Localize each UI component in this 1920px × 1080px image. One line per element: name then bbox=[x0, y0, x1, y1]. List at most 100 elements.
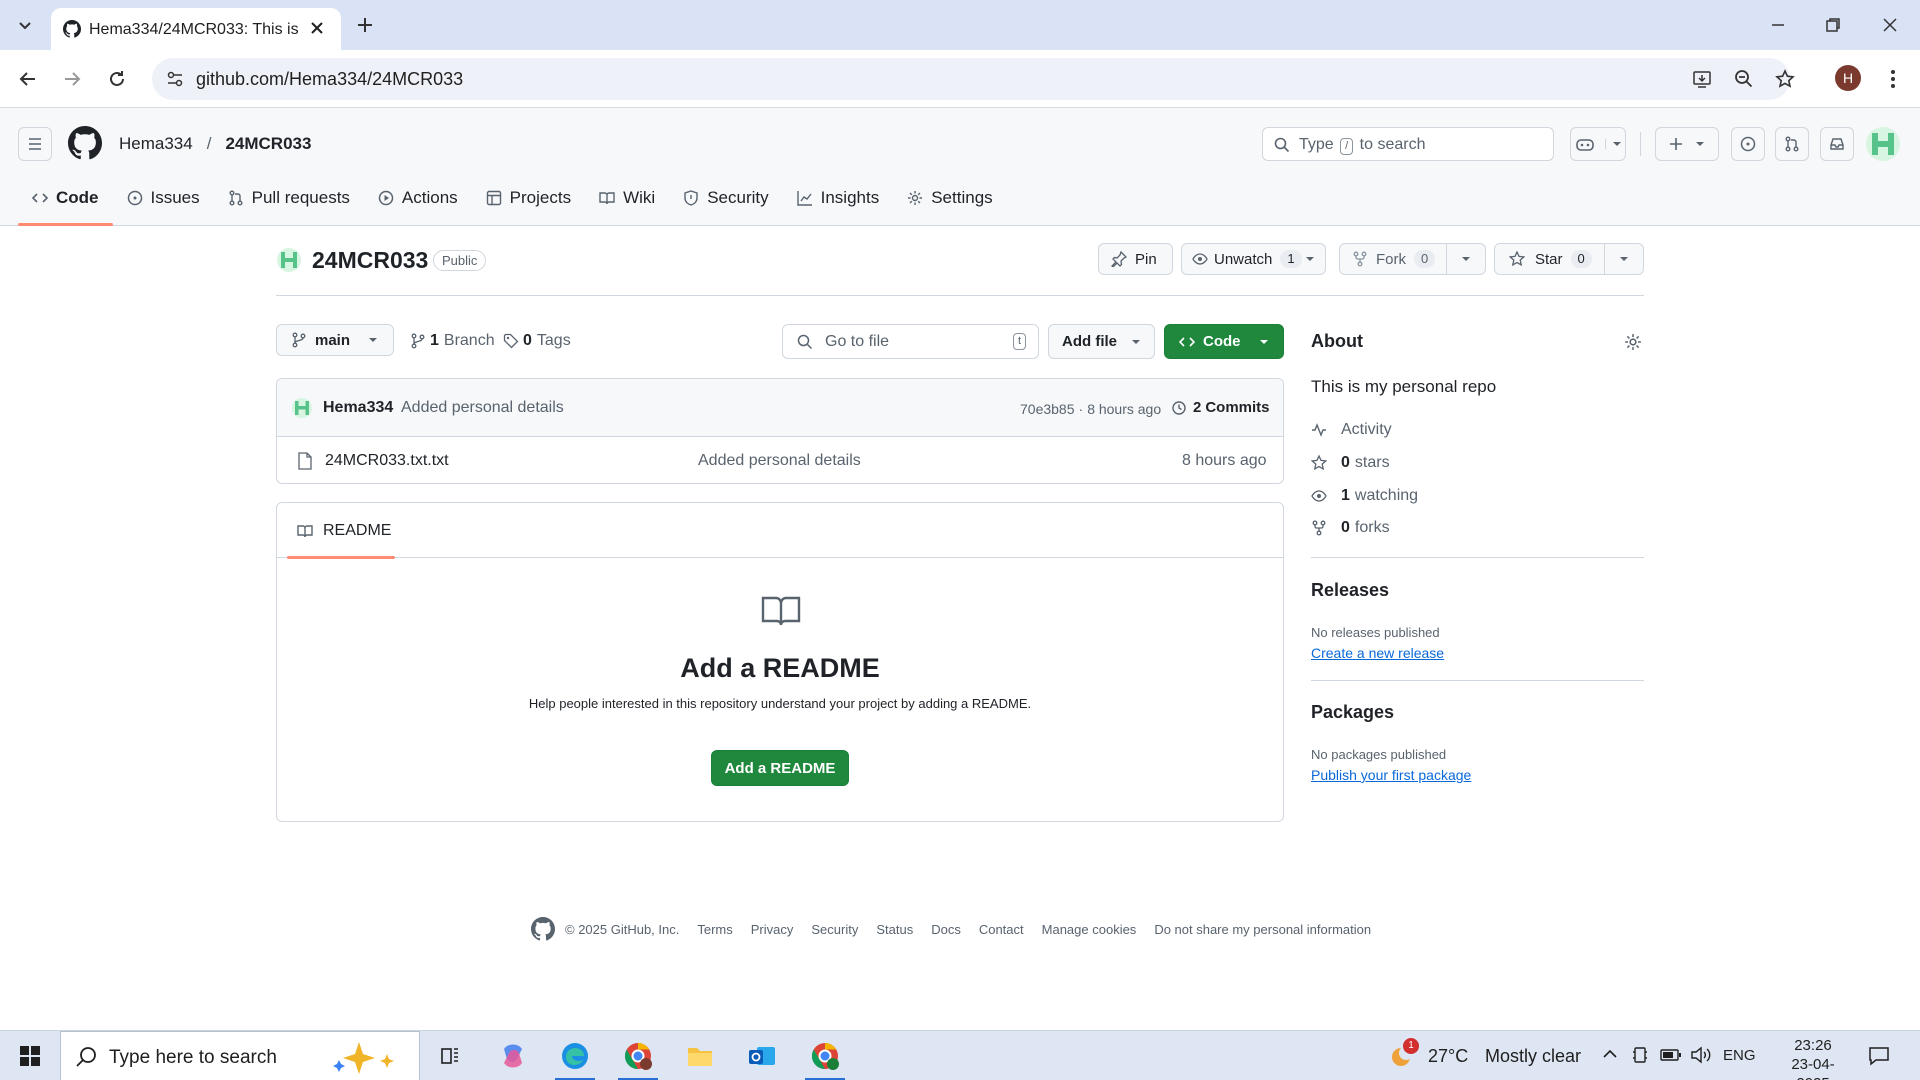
star-dropdown-icon[interactable] bbox=[1603, 244, 1643, 274]
battery-icon[interactable] bbox=[1660, 1048, 1682, 1062]
add-file-button[interactable]: Add file bbox=[1048, 324, 1155, 359]
breadcrumb-owner[interactable]: Hema334 bbox=[119, 134, 193, 154]
back-icon[interactable] bbox=[14, 65, 42, 93]
fork-dropdown-icon[interactable] bbox=[1445, 244, 1485, 274]
global-search-input[interactable]: Type / to search bbox=[1262, 127, 1554, 161]
packages-heading[interactable]: Packages bbox=[1311, 702, 1394, 723]
footer-link-status[interactable]: Status bbox=[876, 922, 913, 937]
repo-title[interactable]: 24MCR033 bbox=[312, 247, 428, 274]
watch-dropdown-icon[interactable] bbox=[1294, 244, 1325, 274]
file-explorer-icon[interactable] bbox=[674, 1031, 726, 1080]
tab-settings[interactable]: Settings bbox=[893, 178, 1006, 218]
eye-icon bbox=[1311, 488, 1327, 504]
tab-insights[interactable]: Insights bbox=[783, 178, 894, 218]
address-bar[interactable]: github.com/Hema334/24MCR033 bbox=[152, 58, 1790, 100]
edge-app-icon[interactable] bbox=[549, 1031, 601, 1080]
footer-link-contact[interactable]: Contact bbox=[979, 922, 1024, 937]
language-indicator[interactable]: ENG bbox=[1723, 1047, 1756, 1064]
tray-device-icon[interactable] bbox=[1632, 1046, 1648, 1064]
tab-wiki[interactable]: Wiki bbox=[585, 178, 669, 218]
stars-link[interactable]: 0 stars bbox=[1311, 454, 1390, 472]
taskbar-search-input[interactable]: Type here to search bbox=[60, 1031, 420, 1080]
browser-tab[interactable]: Hema334/24MCR033: This is my personal re… bbox=[51, 8, 341, 50]
weather-widget[interactable]: 1 27°C Mostly clear bbox=[1385, 1038, 1581, 1071]
new-tab-icon[interactable] bbox=[351, 11, 379, 39]
tray-chevron-icon[interactable] bbox=[1602, 1048, 1618, 1060]
code-button[interactable]: Code bbox=[1164, 324, 1284, 359]
issues-button[interactable] bbox=[1731, 127, 1765, 161]
clock[interactable]: 23:26 23-04-2025 bbox=[1775, 1036, 1851, 1080]
releases-heading[interactable]: Releases bbox=[1311, 580, 1389, 601]
star-button[interactable]: Star 0 bbox=[1494, 243, 1644, 275]
bookmark-star-icon[interactable] bbox=[1771, 65, 1799, 93]
tab-actions[interactable]: Actions bbox=[364, 178, 472, 218]
commit-hash[interactable]: 70e3b85 bbox=[1020, 401, 1075, 417]
forks-link[interactable]: 0 forks bbox=[1311, 519, 1390, 537]
tab-pull-requests[interactable]: Pull requests bbox=[214, 178, 364, 218]
copilot-app-icon[interactable] bbox=[487, 1031, 539, 1080]
restore-icon[interactable] bbox=[1819, 11, 1847, 39]
file-name[interactable]: 24MCR033.txt.txt bbox=[325, 452, 449, 470]
footer-link-terms[interactable]: Terms bbox=[697, 922, 732, 937]
branches-link[interactable]: 1 Branch bbox=[410, 332, 495, 350]
menu-button[interactable] bbox=[18, 127, 52, 161]
pin-button[interactable]: Pin bbox=[1098, 243, 1173, 275]
readme-tab[interactable]: README bbox=[287, 503, 401, 558]
breadcrumb-repo[interactable]: 24MCR033 bbox=[225, 134, 311, 154]
branch-selector[interactable]: main bbox=[276, 324, 394, 356]
activity-link[interactable]: Activity bbox=[1311, 421, 1392, 439]
site-info-icon[interactable] bbox=[166, 70, 184, 88]
copilot-button[interactable] bbox=[1570, 127, 1626, 161]
unwatch-button[interactable]: Unwatch 1 bbox=[1181, 243, 1326, 275]
close-window-icon[interactable] bbox=[1876, 11, 1904, 39]
footer-link-security[interactable]: Security bbox=[811, 922, 858, 937]
create-new-button[interactable] bbox=[1655, 127, 1719, 161]
tab-projects[interactable]: Projects bbox=[472, 178, 585, 218]
chrome-app-icon[interactable] bbox=[799, 1031, 851, 1080]
forward-icon[interactable] bbox=[58, 65, 86, 93]
zoom-icon[interactable] bbox=[1734, 69, 1754, 89]
profile-avatar[interactable]: H bbox=[1835, 65, 1861, 91]
commit-author[interactable]: Hema334 bbox=[323, 399, 393, 417]
github-footer-logo-icon[interactable] bbox=[531, 917, 555, 941]
book-icon bbox=[599, 190, 615, 206]
install-app-icon[interactable] bbox=[1692, 69, 1712, 89]
publish-package-link[interactable]: Publish your first package bbox=[1311, 767, 1471, 783]
inbox-button[interactable] bbox=[1820, 127, 1854, 161]
add-readme-button[interactable]: Add a README bbox=[711, 750, 849, 786]
task-view-icon[interactable] bbox=[424, 1031, 476, 1080]
tab-code[interactable]: Code bbox=[18, 178, 113, 226]
tab-issues[interactable]: Issues bbox=[113, 178, 214, 218]
more-menu-icon[interactable] bbox=[1879, 65, 1907, 93]
tab-security[interactable]: Security bbox=[669, 178, 782, 218]
notifications-icon[interactable] bbox=[1867, 1044, 1891, 1068]
create-release-link[interactable]: Create a new release bbox=[1311, 645, 1444, 661]
footer-link-do-not-share[interactable]: Do not share my personal information bbox=[1154, 922, 1371, 937]
about-settings-gear-icon[interactable] bbox=[1624, 333, 1642, 351]
readme-heading: Add a README bbox=[680, 653, 880, 683]
tags-link[interactable]: 0 Tags bbox=[503, 332, 571, 350]
tab-close-icon[interactable] bbox=[309, 20, 325, 36]
footer-link-privacy[interactable]: Privacy bbox=[751, 922, 794, 937]
minimize-icon[interactable] bbox=[1764, 11, 1792, 39]
table-row[interactable]: 24MCR033.txt.txt Added personal details … bbox=[277, 437, 1283, 483]
commits-link[interactable]: 2 Commits bbox=[1171, 399, 1270, 416]
volume-icon[interactable] bbox=[1690, 1046, 1712, 1064]
tab-search-icon[interactable] bbox=[11, 11, 39, 39]
outlook-app-icon[interactable] bbox=[736, 1031, 788, 1080]
github-logo-icon[interactable] bbox=[68, 126, 102, 160]
go-to-file-input[interactable]: Go to file t bbox=[782, 324, 1039, 359]
commit-message[interactable]: Added personal details bbox=[401, 399, 564, 417]
sidebar-divider bbox=[1311, 557, 1644, 558]
user-avatar[interactable] bbox=[1866, 127, 1900, 161]
reload-icon[interactable] bbox=[103, 65, 131, 93]
url-text: github.com/Hema334/24MCR033 bbox=[196, 69, 464, 89]
watching-link[interactable]: 1 watching bbox=[1311, 487, 1418, 505]
footer-link-cookies[interactable]: Manage cookies bbox=[1042, 922, 1137, 937]
footer-link-docs[interactable]: Docs bbox=[931, 922, 961, 937]
fork-button[interactable]: Fork 0 bbox=[1339, 243, 1486, 275]
pull-requests-button[interactable] bbox=[1775, 127, 1809, 161]
windows-start-icon[interactable] bbox=[4, 1031, 56, 1080]
chrome-profile-app-icon[interactable] bbox=[612, 1031, 664, 1080]
file-commit-message[interactable]: Added personal details bbox=[698, 452, 861, 470]
